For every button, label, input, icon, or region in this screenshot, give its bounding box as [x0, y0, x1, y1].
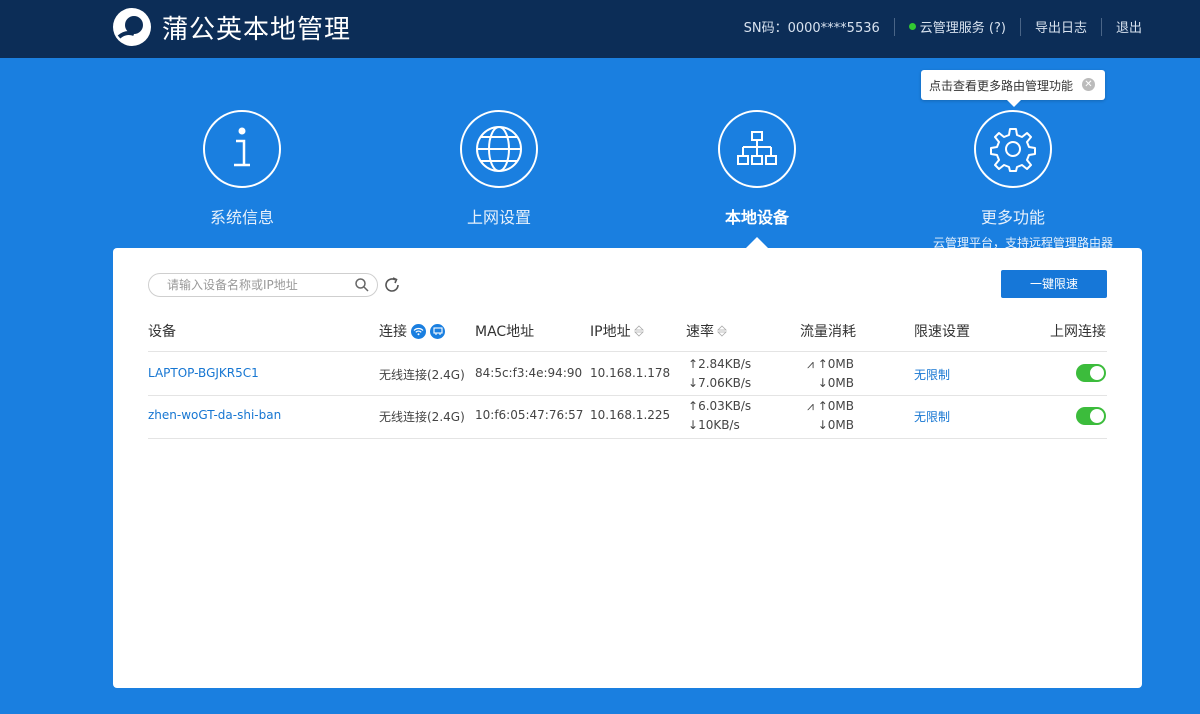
upload-speed-value: 2.84KB/s [698, 357, 752, 371]
col-header-limit: 限速设置 [914, 321, 970, 341]
speed-limit-link[interactable]: 无限制 [914, 408, 950, 425]
divider [1100, 17, 1102, 36]
traffic-cell: ⩘ ↑0MB ↓0MB [800, 397, 854, 435]
nav-label: 上网设置 [466, 208, 531, 227]
toggle-knob [1090, 366, 1104, 380]
col-header-label: 限速设置 [914, 324, 970, 340]
search-icon[interactable] [355, 278, 369, 292]
one-click-limit-button[interactable]: 一键限速 [1001, 270, 1107, 298]
traffic-cell: ⩘ ↑0MB ↓0MB [800, 355, 854, 393]
speed-limit-link[interactable]: 无限制 [914, 366, 950, 383]
col-header-speed[interactable]: 速率 [686, 321, 727, 341]
serial-number: SN码：0000****5536 [743, 21, 880, 36]
chart-icon[interactable]: ⩘ [807, 357, 814, 371]
info-icon [234, 127, 250, 167]
close-icon[interactable]: ✕ [1082, 78, 1095, 91]
nav-icon-circle [974, 110, 1052, 188]
online-toggle[interactable] [1076, 364, 1106, 382]
top-header: 蒲公英本地管理 SN码：0000****5536 云管理服务 (?) 导出日志 … [0, 0, 1200, 58]
wifi-icon[interactable] [411, 323, 426, 339]
gear-icon [990, 128, 1036, 172]
nav-label: 本地设备 [724, 208, 789, 227]
nav-local-devices[interactable]: 本地设备 [677, 110, 837, 228]
logo: 蒲公英本地管理 [112, 7, 351, 47]
divider [893, 17, 895, 36]
logout-link[interactable]: 退出 [1116, 17, 1142, 36]
search-input[interactable]: 请输入设备名称或IP地址 [148, 273, 378, 297]
connection-type: 无线连接(2.4G) [379, 410, 465, 424]
refresh-icon[interactable] [383, 276, 401, 294]
app-title: 蒲公英本地管理 [162, 14, 352, 45]
col-header-label: 速率 [686, 324, 714, 340]
download-speed-value: 10KB/s [698, 418, 740, 432]
col-header-connection: 连接 [379, 321, 445, 341]
col-header-online: 上网连接 [1050, 321, 1106, 341]
upload-traffic: ⩘ ↑0MB [807, 357, 854, 371]
nav-label: 更多功能 [980, 208, 1045, 227]
sort-icon[interactable] [717, 325, 727, 337]
nav-more-features[interactable]: 更多功能 云管理平台，支持远程管理路由器 [933, 110, 1113, 251]
panel-pointer [746, 237, 768, 248]
nav-icon-circle [460, 110, 538, 188]
more-features-tooltip: 点击查看更多路由管理功能 ✕ [921, 70, 1105, 107]
download-speed: ↓7.06KB/s [688, 376, 752, 390]
globe-icon [476, 126, 522, 172]
device-panel: 请输入设备名称或IP地址 一键限速 设备 连接 MAC地址 IP地址 速率 流量… [113, 248, 1142, 688]
upload-speed: ↑6.03KB/s [688, 399, 752, 413]
col-header-mac: MAC地址 [475, 321, 534, 341]
nav-system-info[interactable]: 系统信息 [162, 110, 322, 228]
mac-address: 10:f6:05:47:76:57 [475, 408, 584, 422]
toggle-knob [1090, 409, 1104, 423]
table-row: zhen-woGT-da-shi-ban 无线连接(2.4G) 10:f6:05… [113, 396, 1142, 439]
download-traffic-value: 0MB [827, 376, 854, 390]
nav-internet-settings[interactable]: 上网设置 [419, 110, 579, 228]
status-dot-icon [908, 23, 916, 30]
col-header-traffic: 流量消耗 [800, 321, 856, 341]
divider [1019, 17, 1021, 36]
upload-traffic-value: 0MB [827, 399, 854, 413]
speed-cell: ↑2.84KB/s ↓7.06KB/s [688, 355, 751, 393]
ip-address: 10.168.1.225 [590, 408, 671, 422]
col-header-device: 设备 [148, 321, 176, 341]
col-header-label: 流量消耗 [800, 324, 856, 340]
cloud-service-link[interactable]: 云管理服务 (?) [920, 17, 1006, 36]
col-header-label: 上网连接 [1050, 324, 1106, 340]
chart-icon[interactable]: ⩘ [807, 399, 814, 413]
upload-traffic: ⩘ ↑0MB [807, 399, 854, 413]
mac-address: 84:5c:f3:4e:94:90 [475, 366, 583, 380]
dandelion-logo-icon [113, 8, 151, 46]
header-actions: SN码：0000****5536 云管理服务 (?) 导出日志 退出 [744, 17, 1142, 36]
upload-traffic-value: 0MB [827, 357, 854, 371]
connection-type: 无线连接(2.4G) [379, 368, 465, 382]
network-topology-icon [737, 131, 777, 165]
download-traffic-value: 0MB [827, 418, 854, 432]
device-name-link[interactable]: zhen-woGT-da-shi-ban [148, 408, 281, 422]
device-name-link[interactable]: LAPTOP-BGJKR5C1 [148, 366, 259, 380]
nav-icon-circle [718, 110, 796, 188]
nav-label: 系统信息 [209, 208, 274, 227]
download-speed-value: 7.06KB/s [698, 376, 752, 390]
upload-speed: ↑2.84KB/s [688, 357, 752, 371]
sort-icon[interactable] [633, 325, 644, 337]
col-header-label: MAC地址 [475, 324, 535, 340]
table-row: LAPTOP-BGJKR5C1 无线连接(2.4G) 84:5c:f3:4e:9… [113, 352, 1142, 395]
nav-icon-circle [203, 110, 281, 188]
online-toggle[interactable] [1076, 407, 1106, 425]
search-placeholder: 请输入设备名称或IP地址 [167, 278, 298, 292]
divider [148, 438, 1107, 439]
wired-icon[interactable] [430, 323, 445, 339]
col-header-label: 连接 [379, 324, 407, 340]
upload-speed-value: 6.03KB/s [698, 399, 752, 413]
ip-address: 10.168.1.178 [590, 366, 671, 380]
download-traffic: ↓0MB [817, 376, 854, 390]
export-log-link[interactable]: 导出日志 [1035, 17, 1087, 36]
speed-cell: ↑6.03KB/s ↓10KB/s [688, 397, 751, 435]
col-header-label: IP地址 [590, 324, 631, 340]
download-speed: ↓10KB/s [688, 418, 740, 432]
col-header-label: 设备 [148, 324, 176, 340]
tooltip-text: 点击查看更多路由管理功能 [929, 78, 1074, 93]
download-traffic: ↓0MB [817, 418, 854, 432]
col-header-ip[interactable]: IP地址 [590, 321, 644, 341]
